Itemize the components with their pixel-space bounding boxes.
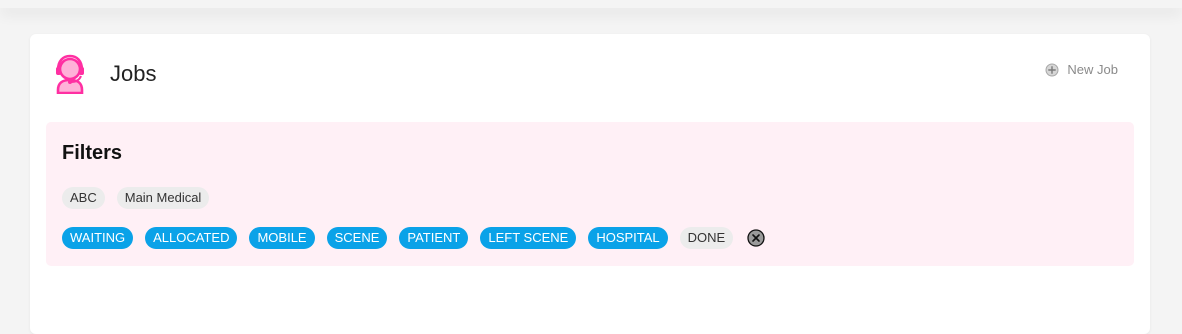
new-job-label: New Job <box>1067 62 1118 77</box>
filters-title: Filters <box>62 142 123 164</box>
plus-circle-icon <box>1045 63 1059 76</box>
new-job-button[interactable]: New Job <box>1045 62 1118 77</box>
filter-chip-main-medical[interactable]: Main Medical <box>116 187 210 209</box>
top-panel-shadow <box>0 0 1182 8</box>
status-chip-hospital[interactable]: HOSPITAL <box>588 227 668 249</box>
group-filter-row: ABC Main Medical <box>62 187 210 209</box>
status-filter-row: WAITING ALLOCATED MOBILE SCENE PATIENT L… <box>62 227 765 249</box>
page-title: Jobs <box>110 61 157 86</box>
filter-chip-abc[interactable]: ABC <box>62 187 105 209</box>
operator-headset-icon <box>56 54 84 94</box>
status-chip-allocated[interactable]: ALLOCATED <box>145 227 238 249</box>
status-chip-done[interactable]: DONE <box>679 227 734 249</box>
status-chip-left-scene[interactable]: LEFT SCENE <box>480 227 577 249</box>
close-circle-icon[interactable] <box>747 229 765 247</box>
jobs-card: Jobs New Job Filters ABC Main Medical WA… <box>30 34 1150 334</box>
status-chip-waiting[interactable]: WAITING <box>62 227 134 249</box>
status-chip-scene[interactable]: SCENE <box>326 227 388 249</box>
filters-panel: Filters ABC Main Medical WAITING ALLOCAT… <box>46 122 1134 266</box>
status-chip-patient[interactable]: PATIENT <box>399 227 469 249</box>
jobs-header: Jobs New Job <box>30 34 1150 120</box>
status-chip-mobile[interactable]: MOBILE <box>249 227 315 249</box>
